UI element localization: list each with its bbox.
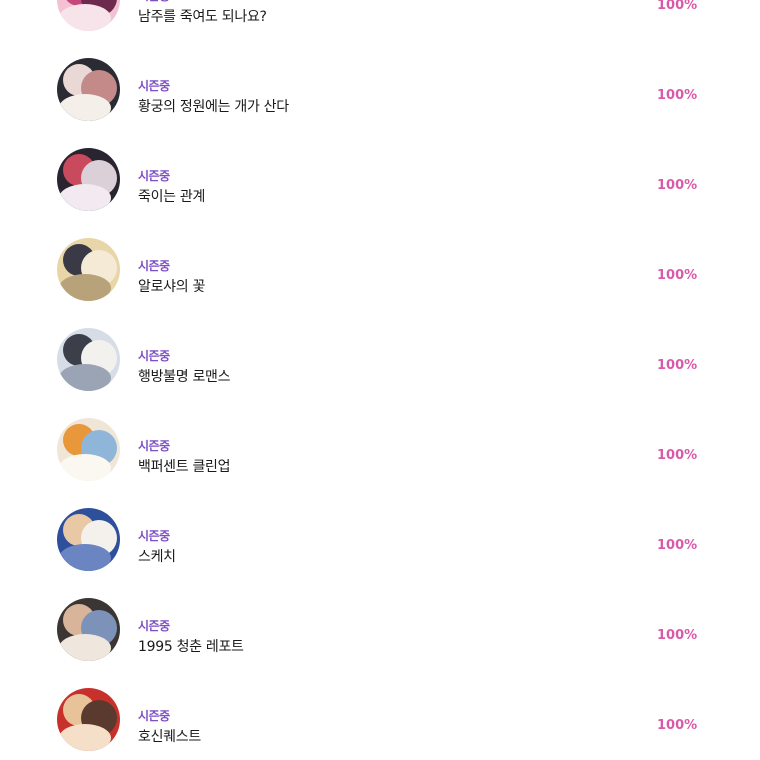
cover-image [57, 598, 120, 661]
progress-percent: 100% [657, 448, 698, 463]
progress-percent: 100% [657, 88, 698, 103]
progress-percent: 100% [657, 628, 698, 643]
series-thumbnail[interactable] [57, 148, 120, 211]
cover-image [57, 418, 120, 481]
series-title[interactable]: 행방불명 로맨스 [138, 366, 231, 386]
cover-image [57, 238, 120, 301]
series-thumbnail[interactable] [57, 0, 120, 31]
series-title[interactable]: 호신퀘스트 [138, 726, 201, 746]
cover-image [57, 148, 120, 211]
status-badge: 시즌중 [138, 169, 170, 183]
series-thumbnail[interactable] [57, 418, 120, 481]
series-thumbnail[interactable] [57, 508, 120, 571]
progress-percent: 100% [657, 0, 698, 13]
series-title[interactable]: 1995 청춘 레포트 [138, 636, 244, 656]
series-title[interactable]: 죽이는 관계 [138, 186, 205, 206]
status-badge: 시즌중 [138, 0, 170, 4]
list-item[interactable]: 시즌중 행방불명 로맨스 100% [0, 299, 760, 391]
list-item[interactable]: 시즌중 백퍼센트 클린업 100% [0, 389, 760, 481]
status-badge: 시즌중 [138, 349, 170, 363]
series-title[interactable]: 백퍼센트 클린업 [138, 456, 231, 476]
status-badge: 시즌중 [138, 439, 170, 453]
progress-percent: 100% [657, 268, 698, 283]
list-item[interactable]: 시즌중 1995 청춘 레포트 100% [0, 569, 760, 661]
cover-image [57, 0, 120, 31]
progress-percent: 100% [657, 358, 698, 373]
list-item[interactable]: 시즌중 스케치 100% [0, 479, 760, 571]
series-title[interactable]: 알로샤의 꽃 [138, 276, 205, 296]
series-thumbnail[interactable] [57, 238, 120, 301]
progress-percent: 100% [657, 718, 698, 733]
cover-image [57, 688, 120, 751]
series-title[interactable]: 스케치 [138, 546, 176, 566]
series-list: 시즌중 남주를 죽여도 되나요? 100% 시즌중 황궁의 정원에는 개가 산다… [0, 0, 760, 751]
status-badge: 시즌중 [138, 529, 170, 543]
list-item[interactable]: 시즌중 황궁의 정원에는 개가 산다 100% [0, 29, 760, 121]
cover-image [57, 328, 120, 391]
status-badge: 시즌중 [138, 709, 170, 723]
status-badge: 시즌중 [138, 259, 170, 273]
series-thumbnail[interactable] [57, 688, 120, 751]
series-title[interactable]: 남주를 죽여도 되나요? [138, 6, 267, 26]
series-thumbnail[interactable] [57, 598, 120, 661]
list-item[interactable]: 시즌중 죽이는 관계 100% [0, 119, 760, 211]
status-badge: 시즌중 [138, 79, 170, 93]
status-badge: 시즌중 [138, 619, 170, 633]
list-item[interactable]: 시즌중 호신퀘스트 100% [0, 659, 760, 751]
progress-percent: 100% [657, 538, 698, 553]
list-item[interactable]: 시즌중 알로샤의 꽃 100% [0, 209, 760, 301]
series-title[interactable]: 황궁의 정원에는 개가 산다 [138, 96, 289, 116]
series-thumbnail[interactable] [57, 328, 120, 391]
cover-image [57, 508, 120, 571]
list-item[interactable]: 시즌중 남주를 죽여도 되나요? 100% [0, 0, 760, 31]
cover-image [57, 58, 120, 121]
progress-percent: 100% [657, 178, 698, 193]
series-thumbnail[interactable] [57, 58, 120, 121]
